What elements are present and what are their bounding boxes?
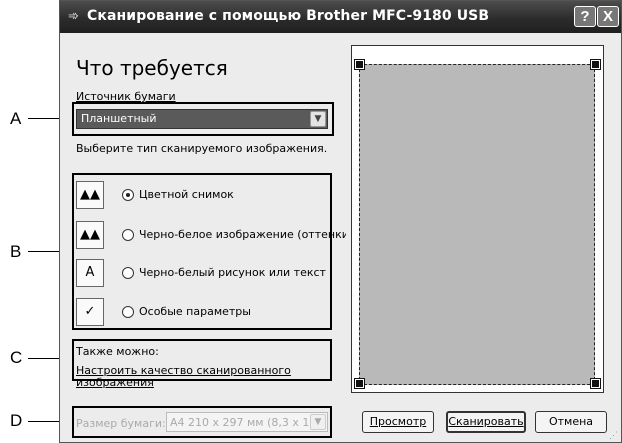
cancel-button[interactable]: Отмена (535, 411, 607, 433)
scanner-icon: ➾ (68, 8, 79, 23)
radio-grayscale[interactable] (122, 229, 134, 241)
crop-handle-bottom-left[interactable] (354, 378, 365, 389)
custom-settings-icon[interactable]: ✓ (76, 298, 104, 326)
resize-grip-icon[interactable]: ⋰ (609, 430, 619, 440)
scan-button-label: Сканировать (448, 415, 524, 428)
option-label: Черно-белый рисунок или текст (139, 266, 326, 279)
option-label: Особые параметры (139, 305, 251, 318)
scan-preview-pane (351, 45, 604, 393)
close-button[interactable]: X (597, 6, 619, 27)
radio-custom[interactable] (122, 306, 134, 318)
option-grayscale[interactable]: ▲▲ Черно-белое изображение (оттенки серо… (76, 221, 346, 251)
chevron-down-icon[interactable]: ▼ (310, 414, 326, 430)
radio-bw-text[interactable] (122, 267, 134, 279)
option-label: Черно-белое изображение (оттенки серого) (139, 228, 346, 241)
also-label: Также можно: (76, 345, 159, 358)
callout-d: D (10, 411, 23, 430)
crop-handle-top-right[interactable] (590, 59, 601, 70)
scan-button[interactable]: Сканировать (446, 411, 526, 433)
option-color-photo[interactable]: ▲▲ Цветной снимок (76, 181, 328, 211)
scan-dialog: ➾ Сканирование с помощью Brother MFC-918… (59, 0, 622, 443)
preview-button-label: Просмотр (369, 415, 427, 428)
page-title: Что требуется (76, 56, 228, 80)
callout-c: C (10, 348, 23, 367)
color-photo-icon[interactable]: ▲▲ (76, 181, 104, 209)
paper-size-label: Размер бумаги: (76, 417, 166, 430)
callout-box-a (72, 102, 334, 136)
radio-color-photo[interactable] (122, 189, 134, 201)
grayscale-photo-icon[interactable]: ▲▲ (76, 221, 104, 249)
callout-a: A (10, 109, 22, 128)
option-custom[interactable]: ✓ Особые параметры (76, 298, 328, 328)
help-button[interactable]: ? (574, 6, 596, 27)
window-title: Сканирование с помощью Brother MFC-9180 … (87, 8, 490, 24)
preview-button[interactable]: Просмотр (362, 411, 434, 433)
option-label: Цветной снимок (139, 188, 234, 201)
scan-type-prompt: Выберите тип сканируемого изображения. (76, 142, 328, 155)
cancel-button-label: Отмена (548, 415, 594, 428)
crop-handle-top-left[interactable] (354, 59, 365, 70)
bw-text-icon[interactable]: A (76, 259, 104, 287)
callout-b: B (10, 242, 22, 261)
option-bw-text[interactable]: A Черно-белый рисунок или текст (76, 259, 328, 289)
scan-area[interactable] (359, 64, 595, 385)
paper-size-value: A4 210 x 297 мм (8,3 x 11,7 дюйма) (170, 416, 327, 429)
title-bar[interactable]: ➾ Сканирование с помощью Brother MFC-918… (60, 1, 621, 33)
crop-handle-bottom-right[interactable] (590, 378, 601, 389)
paper-size-select[interactable]: A4 210 x 297 мм (8,3 x 11,7 дюйма) ▼ (166, 412, 328, 432)
adjust-quality-link[interactable]: Настроить качество сканированного изобра… (76, 365, 296, 389)
